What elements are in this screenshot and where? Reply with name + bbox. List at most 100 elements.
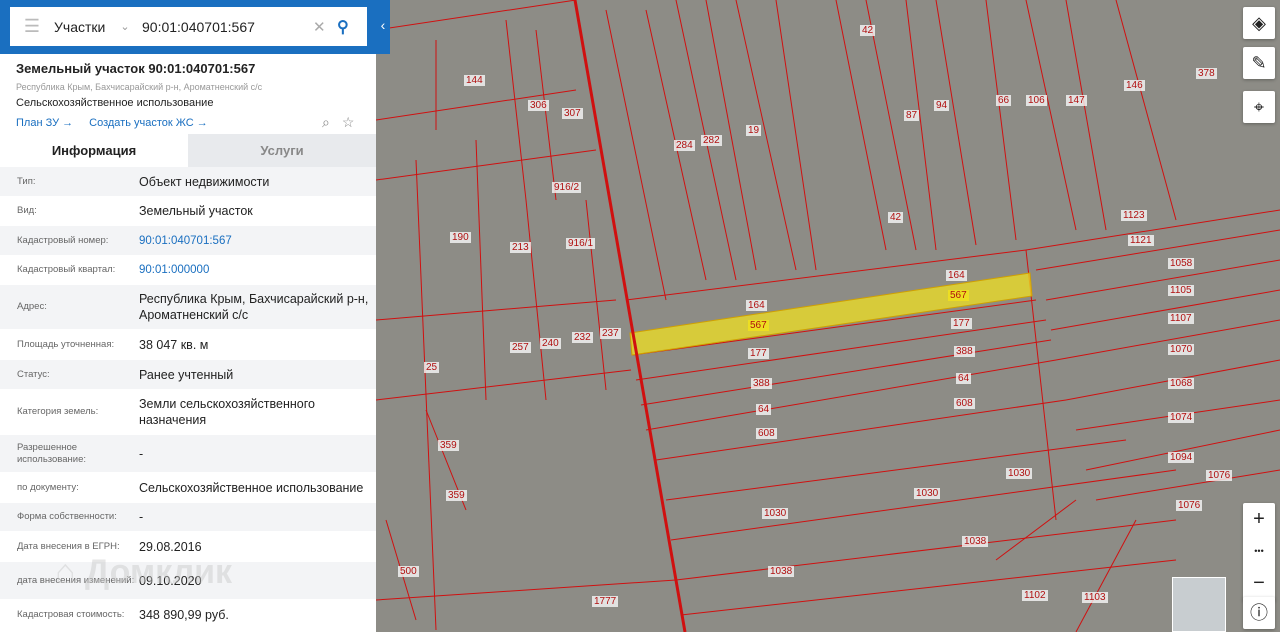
info-row-label: по документу: xyxy=(17,481,79,493)
parcel-number-label[interactable]: 608 xyxy=(954,398,975,409)
parcel-number-label[interactable]: 1038 xyxy=(962,536,989,547)
parcel-number-label[interactable]: 567 xyxy=(948,290,969,301)
create-parcel-link[interactable]: Создать участок ЖС → xyxy=(89,117,208,129)
info-panel: Земельный участок 90:01:040701:567 Респу… xyxy=(0,0,376,632)
parcel-number-label[interactable]: 1074 xyxy=(1168,412,1195,423)
parcel-number-label[interactable]: 1103 xyxy=(1082,592,1108,603)
parcel-number-label[interactable]: 1030 xyxy=(762,508,789,519)
parcel-number-label[interactable]: 284 xyxy=(674,140,695,151)
parcel-boundary-line xyxy=(1065,0,1107,231)
menu-icon[interactable]: ☰ xyxy=(10,16,54,37)
info-row: Кадастровый номер: 90:01:040701:567 xyxy=(0,226,376,256)
ruler-icon[interactable]: ✎ xyxy=(1243,47,1275,79)
parcel-number-label[interactable]: 1121 xyxy=(1128,235,1154,246)
parcel-number-label[interactable]: 144 xyxy=(464,75,485,86)
parcel-number-label[interactable]: 232 xyxy=(572,332,593,343)
parcel-number-label[interactable]: 1123 xyxy=(1121,210,1147,221)
parcel-number-label[interactable]: 164 xyxy=(946,270,967,281)
parcel-number-label[interactable]: 177 xyxy=(748,348,769,359)
parcel-number-label[interactable]: 388 xyxy=(954,346,975,357)
collapse-panel-icon[interactable]: ‹ xyxy=(376,10,390,40)
layers-icon[interactable]: ◈ xyxy=(1243,7,1275,39)
parcel-number-label[interactable]: 388 xyxy=(751,378,772,389)
parcel-number-label[interactable]: 359 xyxy=(438,440,459,451)
minimap-layer-switch[interactable] xyxy=(1172,577,1226,632)
info-row: Тип: Объект недвижимости xyxy=(0,167,376,197)
parcel-number-label[interactable]: 164 xyxy=(746,300,767,311)
parcel-number-label[interactable]: 567 xyxy=(748,320,769,331)
parcel-number-label[interactable]: 608 xyxy=(756,428,777,439)
parcel-number-label[interactable]: 146 xyxy=(1124,80,1145,91)
parcel-number-label[interactable]: 1058 xyxy=(1168,258,1195,269)
parcel-number-label[interactable]: 106 xyxy=(1026,95,1047,106)
parcel-number-label[interactable]: 147 xyxy=(1066,95,1087,106)
parcel-number-label[interactable]: 1030 xyxy=(1006,468,1033,479)
search-bar-container: ☰ Участки ⌄ 90:01:040701:567 ✕ ⚲ ‹ xyxy=(0,0,390,54)
info-row-value[interactable]: 90:01:040701:567 xyxy=(139,233,376,249)
tab-services[interactable]: Услуги xyxy=(188,134,376,167)
parcel-boundary-line xyxy=(376,149,597,181)
parcel-number-label[interactable]: 1076 xyxy=(1176,500,1203,511)
parcel-boundary-line xyxy=(505,19,527,201)
parcel-number-label[interactable]: 64 xyxy=(756,404,772,415)
parcel-number-label[interactable]: 1107 xyxy=(1168,313,1194,324)
parcel-number-label[interactable]: 1038 xyxy=(768,566,795,577)
parcel-number-label[interactable]: 42 xyxy=(860,25,876,36)
info-row: Кадастровая стоимость: 348 890,99 руб. xyxy=(0,600,376,630)
search-document-icon[interactable]: ⌕ xyxy=(322,114,330,131)
info-row-value[interactable]: 90:01:000000 xyxy=(139,262,376,278)
map-canvas[interactable]: 144 306 307 284 282 19 42 87 94 66 106 147 146 378 916… xyxy=(376,0,1280,632)
parcel-number-label[interactable]: 1068 xyxy=(1168,378,1195,389)
star-icon[interactable]: ☆ xyxy=(342,114,355,131)
parcel-number-label[interactable]: 1105 xyxy=(1168,285,1194,296)
parcel-number-label[interactable]: 1030 xyxy=(914,488,941,499)
parcel-number-label[interactable]: 64 xyxy=(956,373,972,384)
parcel-boundary-line xyxy=(935,0,977,246)
parcel-number-label[interactable]: 87 xyxy=(904,110,920,121)
chevron-down-icon[interactable]: ⌄ xyxy=(108,20,142,33)
parcel-number-label[interactable]: 282 xyxy=(701,135,722,146)
parcel-number-label[interactable]: 213 xyxy=(510,242,531,253)
parcel-number-label[interactable]: 257 xyxy=(510,342,531,353)
parcel-number-label[interactable]: 240 xyxy=(540,338,561,349)
clear-icon[interactable]: ✕ xyxy=(313,18,337,36)
parcel-number-label[interactable]: 916/1 xyxy=(566,238,596,249)
parcel-number-label[interactable]: 66 xyxy=(996,95,1012,106)
parcel-number-label[interactable]: 378 xyxy=(1196,68,1217,79)
info-row: Вид: Земельный участок xyxy=(0,197,376,226)
parcel-number-label[interactable]: 359 xyxy=(446,490,467,501)
parcel-boundary-line xyxy=(1115,0,1177,221)
tab-info[interactable]: Информация xyxy=(0,134,188,167)
zoom-controls: + ••• − xyxy=(1243,503,1275,601)
parcel-number-label[interactable]: 916/2 xyxy=(552,182,582,193)
parcel-number-label[interactable]: 306 xyxy=(528,100,549,111)
parcel-number-label[interactable]: 19 xyxy=(746,125,762,136)
parcel-number-label[interactable]: 1070 xyxy=(1168,344,1195,355)
more-button[interactable]: ••• xyxy=(1243,535,1275,567)
parcel-number-label[interactable]: 1777 xyxy=(592,596,619,607)
parcel-number-label[interactable]: 500 xyxy=(398,566,419,577)
info-row: по документу: Сельскохозяйственное исполь… xyxy=(0,473,376,503)
parcel-number-label[interactable]: 190 xyxy=(450,232,471,243)
info-row: Статус: Ранее учтенный xyxy=(0,360,376,390)
parcel-boundary-line xyxy=(525,199,547,401)
parcel-number-label[interactable]: 94 xyxy=(934,100,950,111)
parcel-number-label[interactable]: 1102 xyxy=(1022,590,1048,601)
info-row-label: Вид: xyxy=(17,205,37,216)
parcel-number-label[interactable]: 237 xyxy=(600,328,621,339)
zoom-in-button[interactable]: + xyxy=(1243,503,1275,535)
parcel-number-label[interactable]: 42 xyxy=(888,212,904,223)
parcel-number-label[interactable]: 25 xyxy=(424,362,440,373)
search-mode-select[interactable]: Участки xyxy=(54,19,108,35)
search-icon[interactable]: ⚲ xyxy=(337,17,367,37)
info-row-value: Ранее учтенный xyxy=(139,367,234,382)
locate-icon[interactable]: ⌖ xyxy=(1243,91,1275,123)
parcel-number-label[interactable]: 177 xyxy=(951,318,972,329)
parcel-number-label[interactable]: 1076 xyxy=(1206,470,1233,481)
compass-icon[interactable]: ⓘ xyxy=(1243,597,1275,629)
plan-link[interactable]: План ЗУ → xyxy=(16,117,73,129)
search-input[interactable]: 90:01:040701:567 xyxy=(142,19,313,35)
parcel-number-label[interactable]: 1094 xyxy=(1168,452,1195,463)
zoom-out-button[interactable]: − xyxy=(1243,567,1275,599)
parcel-number-label[interactable]: 307 xyxy=(562,108,583,119)
